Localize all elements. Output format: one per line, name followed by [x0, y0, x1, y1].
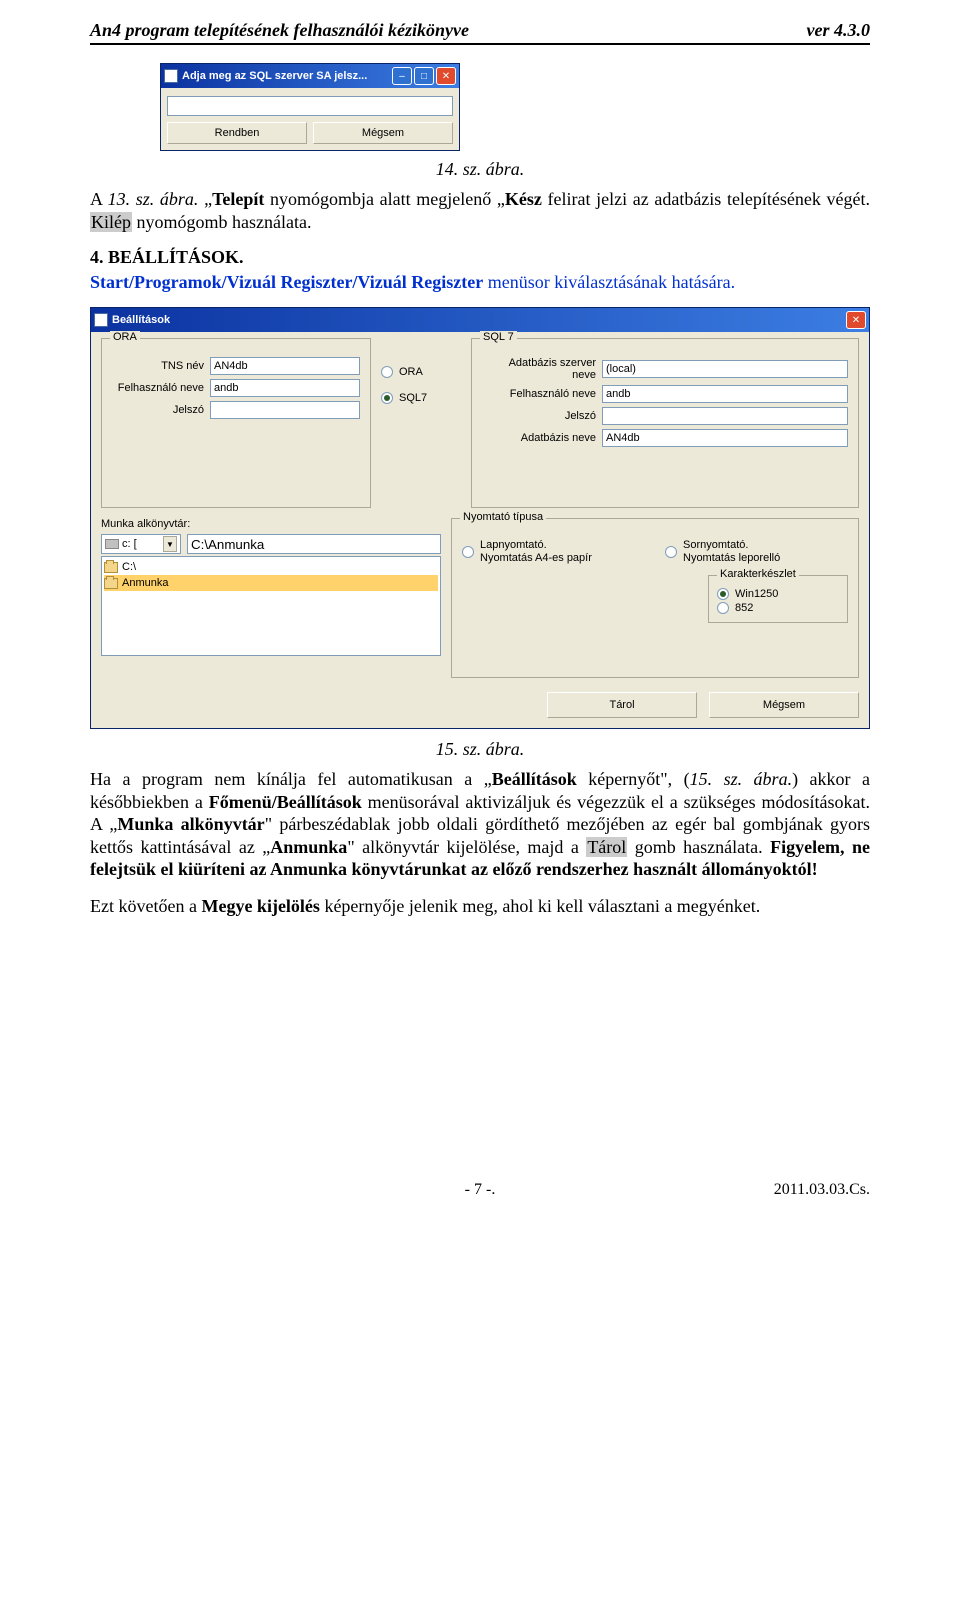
ora-user-label: Felhasználó neve — [112, 382, 210, 394]
tns-input[interactable] — [210, 357, 360, 375]
charset-legend: Karakterkészlet — [717, 568, 799, 580]
charset-win1250-radio[interactable]: Win1250 — [717, 588, 839, 600]
sa-password-input[interactable] — [167, 96, 453, 116]
doc-footer: - 7 -. 2011.03.03.Cs. — [90, 1177, 870, 1199]
path-input[interactable] — [187, 534, 441, 554]
close-button[interactable]: ✕ — [436, 67, 456, 85]
printer-legend: Nyomtató típusa — [460, 511, 546, 523]
db-label: Adatbázis neve — [482, 432, 602, 444]
close-button[interactable]: ✕ — [846, 311, 866, 329]
printer-group: Nyomtató típusa Lapnyomtató. Nyomtatás A… — [451, 518, 859, 678]
db-input[interactable] — [602, 429, 848, 447]
minimize-button[interactable]: – — [392, 67, 412, 85]
dbtype-group: ORA SQL7 — [381, 338, 461, 508]
drive-text: c: [ — [122, 538, 137, 550]
page-number: - 7 -. — [90, 1181, 870, 1199]
cancel-button[interactable]: Mégsem — [313, 122, 453, 144]
sql-pw-input[interactable] — [602, 407, 848, 425]
settings-dialog: Beállítások ✕ ORA TNS név Felhasználó ne… — [90, 307, 870, 729]
chevron-down-icon: ▼ — [163, 536, 177, 552]
doc-title: An4 program telepítésének felhasználói k… — [90, 20, 469, 41]
paragraph-2: Ha a program nem kínálja fel automatikus… — [90, 768, 870, 881]
settings-titlebar: Beállítások ✕ — [91, 308, 869, 332]
settings-title: Beállítások — [112, 314, 846, 326]
sql-user-input[interactable] — [602, 385, 848, 403]
fig15-caption: 15. sz. ábra. — [90, 739, 870, 760]
sql-password-dialog: Adja meg az SQL szerver SA jelsz... – □ … — [160, 63, 460, 151]
doc-version: ver 4.3.0 — [807, 20, 870, 41]
dbtype-sql7-radio[interactable]: SQL7 — [381, 392, 461, 404]
folder-item-anmunka[interactable]: Anmunka — [104, 575, 438, 591]
paragraph-3: Ezt követően a Megye kijelölés képernyőj… — [90, 895, 870, 918]
charset-group: Karakterkészlet Win1250 852 — [708, 575, 848, 623]
ora-user-input[interactable] — [210, 379, 360, 397]
maximize-button[interactable]: □ — [414, 67, 434, 85]
menu-path-line: Start/Programok/Vizuál Regiszter/Vizuál … — [90, 272, 870, 293]
fig14-caption: 14. sz. ábra. — [90, 159, 870, 180]
folder-icon — [104, 578, 118, 589]
doc-header: An4 program telepítésének felhasználói k… — [90, 20, 870, 45]
ora-pw-label: Jelszó — [112, 404, 210, 416]
ora-pw-input[interactable] — [210, 401, 360, 419]
page-printer-radio[interactable]: Lapnyomtató. Nyomtatás A4-es papír — [462, 539, 645, 565]
server-input[interactable] — [602, 360, 848, 378]
save-button[interactable]: Tárol — [547, 692, 697, 718]
server-label: Adatbázis szerver neve — [482, 357, 602, 381]
folder-item-root[interactable]: C:\ — [104, 559, 438, 575]
dialog-titlebar: Adja meg az SQL szerver SA jelsz... – □ … — [161, 64, 459, 88]
tns-label: TNS név — [112, 360, 210, 372]
app-icon — [94, 313, 108, 327]
folder-icon — [104, 562, 118, 573]
app-icon — [164, 69, 178, 83]
paragraph-1: A 13. sz. ábra. „Telepít nyomógombja ala… — [90, 188, 870, 233]
cancel-button[interactable]: Mégsem — [709, 692, 859, 718]
work-folder-panel: Munka alkönyvtár: c: [ ▼ C:\ — [101, 518, 441, 678]
sql-pw-label: Jelszó — [482, 410, 602, 422]
dbtype-ora-radio[interactable]: ORA — [381, 366, 461, 378]
work-folder-label: Munka alkönyvtár: — [101, 518, 441, 530]
sql-user-label: Felhasználó neve — [482, 388, 602, 400]
ora-legend: ORA — [110, 331, 140, 343]
ok-button[interactable]: Rendben — [167, 122, 307, 144]
line-printer-radio[interactable]: Sornyomtató. Nyomtatás leporelló — [665, 539, 848, 565]
sql7-legend: SQL 7 — [480, 331, 517, 343]
sql7-group: SQL 7 Adatbázis szerver neve Felhasználó… — [471, 338, 859, 508]
drive-icon — [105, 539, 119, 549]
section-4-heading: 4. BEÁLLÍTÁSOK. — [90, 247, 870, 268]
folder-list[interactable]: C:\ Anmunka — [101, 556, 441, 656]
ora-group: ORA TNS név Felhasználó neve Jelszó — [101, 338, 371, 508]
drive-combo[interactable]: c: [ ▼ — [101, 534, 181, 554]
charset-852-radio[interactable]: 852 — [717, 602, 839, 614]
dialog-title: Adja meg az SQL szerver SA jelsz... — [182, 70, 392, 82]
